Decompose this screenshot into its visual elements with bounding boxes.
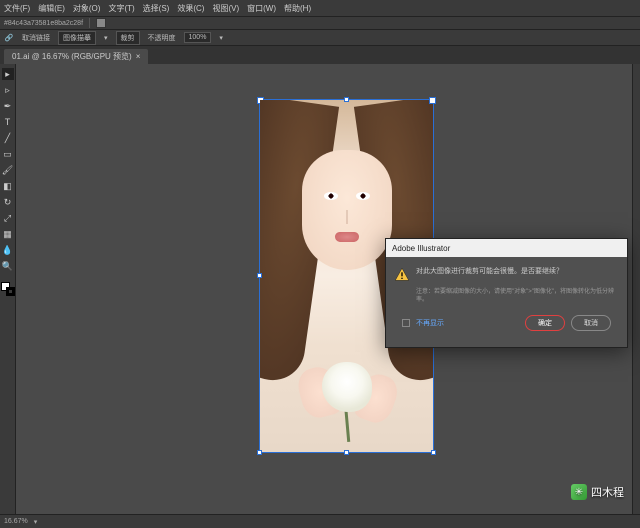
dont-show-checkbox[interactable] (402, 319, 410, 327)
type-tool[interactable]: T (2, 116, 14, 128)
dialog-message: 对此大图像进行裁剪可能会很慢。是否要继续？ (416, 267, 563, 283)
close-icon[interactable]: × (136, 52, 141, 61)
right-panel-dock[interactable] (632, 64, 640, 514)
line-tool[interactable]: ╱ (2, 132, 14, 144)
warning-icon (394, 267, 410, 283)
wechat-icon: ✳ (571, 484, 587, 500)
ok-button[interactable]: 确定 (525, 315, 565, 331)
eraser-tool[interactable]: ◧ (2, 180, 14, 192)
chevron-down-icon[interactable]: ▾ (34, 518, 38, 526)
brush-tool[interactable]: 🖌 (2, 164, 14, 176)
resize-handle[interactable] (257, 273, 262, 278)
statusbar: 16.67% ▾ (0, 514, 640, 528)
opacity-value[interactable]: 100% (184, 32, 212, 43)
menu-object[interactable]: 对象(O) (73, 3, 101, 14)
opacity-label: 不透明度 (148, 33, 176, 43)
menu-file[interactable]: 文件(F) (4, 3, 30, 14)
dialog-titlebar: Adobe Illustrator (386, 239, 627, 257)
resize-handle[interactable] (344, 97, 349, 102)
crop-button[interactable]: 裁剪 (116, 31, 140, 45)
resize-handle[interactable] (344, 450, 349, 455)
stroke-swatch[interactable] (6, 287, 15, 296)
tab-label: 01.ai @ 16.67% (RGB/GPU 预览) (12, 51, 132, 62)
link-icon[interactable]: 🔗 (4, 33, 14, 43)
tool-panel: ▸ ▹ ✒ T ╱ ▭ 🖌 ◧ ↻ ⤢ ▦ 💧 🔍 (0, 64, 16, 514)
eyedropper-tool[interactable]: 💧 (2, 244, 14, 256)
watermark: ✳ 四木程 (571, 484, 624, 500)
fill-stroke-control[interactable] (1, 282, 15, 296)
resize-handle[interactable] (431, 450, 436, 455)
rectangle-tool[interactable]: ▭ (2, 148, 14, 160)
cancel-button[interactable]: 取消 (571, 315, 611, 331)
resize-handle[interactable] (257, 450, 262, 455)
rotate-tool[interactable]: ↻ (2, 196, 14, 208)
menu-view[interactable]: 视图(V) (212, 3, 239, 14)
chevron-down-icon[interactable]: ▾ (219, 34, 223, 42)
scale-tool[interactable]: ⤢ (2, 212, 14, 224)
zoom-level[interactable]: 16.67% (4, 518, 28, 525)
document-tab[interactable]: 01.ai @ 16.67% (RGB/GPU 预览) × (4, 49, 148, 64)
dont-show-label: 不再显示 (416, 318, 444, 328)
warning-dialog: Adobe Illustrator 对此大图像进行裁剪可能会很慢。是否要继续？ … (385, 238, 628, 348)
separator (89, 18, 90, 28)
selection-tool[interactable]: ▸ (2, 68, 14, 80)
document-tabs: 01.ai @ 16.67% (RGB/GPU 预览) × (0, 46, 640, 64)
property-bar: #84c43a73581e8ba2c28f (0, 16, 640, 30)
watermark-text: 四木程 (591, 484, 624, 500)
unlink-button[interactable]: 取消链接 (22, 33, 50, 43)
menu-effect[interactable]: 效果(C) (177, 3, 204, 14)
menu-select[interactable]: 选择(S) (143, 3, 170, 14)
menu-edit[interactable]: 编辑(E) (38, 3, 65, 14)
menu-window[interactable]: 窗口(W) (247, 3, 276, 14)
dialog-note: 注意：若要缩减图像的大小，请使用"对象">"图像化"，将图像转化为低分辨率。 (416, 289, 619, 305)
options-bar: 🔗 取消链接 图像描摹 ▾ 裁剪 不透明度 100% ▾ (0, 30, 640, 46)
image-hex: #84c43a73581e8ba2c28f (4, 20, 83, 27)
gradient-tool[interactable]: ▦ (2, 228, 14, 240)
color-swatch[interactable] (96, 18, 106, 28)
image-trace-button[interactable]: 图像描摹 (58, 31, 96, 45)
menubar: 文件(F) 编辑(E) 对象(O) 文字(T) 选择(S) 效果(C) 视图(V… (0, 0, 640, 16)
menu-help[interactable]: 帮助(H) (284, 3, 311, 14)
zoom-tool[interactable]: 🔍 (2, 260, 14, 272)
pen-tool[interactable]: ✒ (2, 100, 14, 112)
chevron-down-icon[interactable]: ▾ (104, 34, 108, 42)
direct-selection-tool[interactable]: ▹ (2, 84, 14, 96)
menu-type[interactable]: 文字(T) (108, 3, 134, 14)
